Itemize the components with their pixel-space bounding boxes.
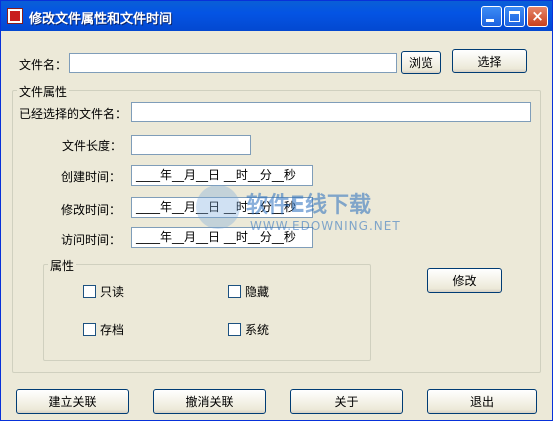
- exit-button[interactable]: 退出: [427, 389, 537, 414]
- watermark-en-text: WWW.EDOWNING.NET: [250, 219, 401, 233]
- file-attributes-legend: 文件属性: [17, 83, 70, 100]
- attributes-legend: 属性: [48, 257, 77, 274]
- unassociate-button[interactable]: 撤消关联: [153, 389, 266, 414]
- file-name-input[interactable]: [69, 53, 397, 73]
- main-window: 修改文件属性和文件时间 × 文件名： 浏览 选择 文件属性 已经选择的文件名： …: [0, 0, 553, 421]
- about-button[interactable]: 关于: [290, 389, 403, 414]
- accessed-time-label: 访问时间：: [61, 233, 122, 247]
- minimize-icon: [486, 19, 494, 22]
- file-length-label: 文件长度：: [62, 139, 123, 153]
- app-icon: [7, 8, 23, 24]
- readonly-label: 只读: [100, 285, 125, 299]
- title-bar[interactable]: 修改文件属性和文件时间 ×: [1, 1, 552, 31]
- maximize-button[interactable]: [504, 6, 525, 27]
- modify-button[interactable]: 修改: [427, 268, 502, 293]
- modified-time-label: 修改时间：: [61, 203, 122, 217]
- selected-file-label: 已经选择的文件名：: [19, 107, 128, 121]
- window-title: 修改文件属性和文件时间: [29, 12, 173, 27]
- hidden-label: 隐藏: [245, 285, 270, 299]
- created-time-label: 创建时间：: [61, 170, 122, 184]
- watermark-logo-icon: [196, 185, 240, 229]
- selected-file-field[interactable]: [131, 102, 531, 122]
- archive-label: 存档: [100, 323, 125, 337]
- readonly-checkbox[interactable]: [83, 285, 96, 298]
- archive-checkbox[interactable]: [83, 323, 96, 336]
- hidden-checkbox[interactable]: [228, 285, 241, 298]
- close-button[interactable]: ×: [527, 6, 548, 27]
- select-button[interactable]: 选择: [452, 49, 527, 73]
- file-length-field[interactable]: [131, 135, 251, 155]
- close-icon: ×: [531, 7, 544, 25]
- watermark-cn-text: 软件E线下载: [246, 193, 372, 218]
- associate-button[interactable]: 建立关联: [16, 389, 129, 414]
- system-label: 系统: [245, 323, 270, 337]
- attributes-group: [43, 264, 371, 361]
- minimize-button[interactable]: [481, 6, 502, 27]
- watermark: 软件E线下载 WWW.EDOWNING.NET: [196, 183, 400, 243]
- file-name-label: 文件名：: [19, 58, 68, 72]
- system-checkbox[interactable]: [228, 323, 241, 336]
- browse-button[interactable]: 浏览: [401, 51, 441, 74]
- maximize-icon: [509, 11, 520, 22]
